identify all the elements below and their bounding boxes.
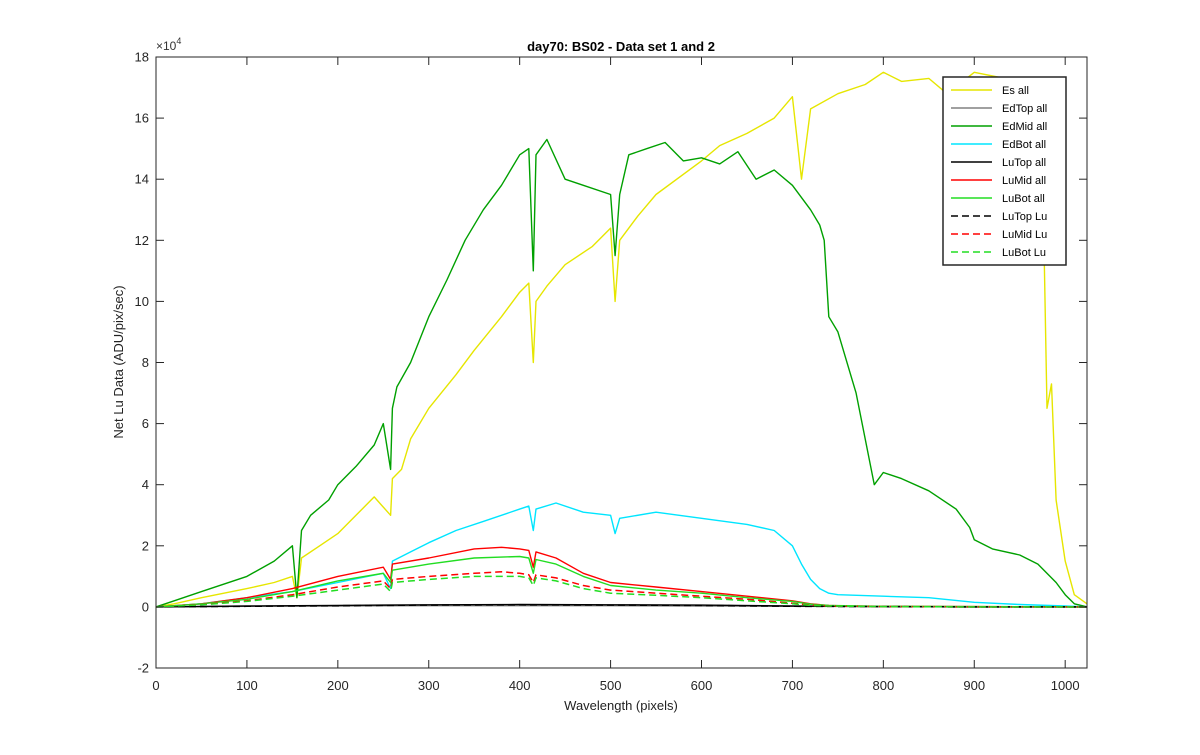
legend-label-7: LuTop Lu [1002, 211, 1047, 223]
y-tick-label-0: -2 [137, 661, 149, 676]
x-tick-label-5: 500 [600, 678, 622, 693]
y-exponent-base: ×10 [156, 39, 177, 53]
legend-label-8: LuMid Lu [1002, 229, 1047, 241]
legend-label-6: LuBot all [1002, 193, 1045, 205]
y-tick-label-10: 18 [135, 50, 149, 65]
legend-label-4: LuTop all [1002, 157, 1046, 169]
x-tick-label-10: 1000 [1051, 678, 1080, 693]
legend-label-1: EdTop all [1002, 103, 1047, 115]
y-tick-label-5: 8 [142, 355, 149, 370]
x-tick-label-1: 100 [236, 678, 258, 693]
legend: Es all EdTop all EdMid all EdBot all LuTop a… [942, 76, 1067, 266]
y-tick-label-9: 16 [135, 111, 149, 126]
x-tick-label-0: 0 [152, 678, 159, 693]
y-tick-label-7: 12 [135, 233, 149, 248]
y-tick-label-2: 2 [142, 538, 149, 553]
chart-svg: day70: BS02 - Data set 1 and 2 ×104 Wave… [0, 0, 1200, 750]
x-tick-label-9: 900 [963, 678, 985, 693]
legend-label-3: EdBot all [1002, 139, 1046, 151]
x-tick-label-8: 800 [872, 678, 894, 693]
y-tick-label-4: 6 [142, 416, 149, 431]
y-tick-label-1: 0 [142, 599, 149, 614]
y-tick-label-8: 14 [135, 172, 149, 187]
legend-label-0: Es all [1002, 85, 1029, 97]
legend-label-5: LuMid all [1002, 175, 1046, 187]
y-exponent-power: 4 [176, 36, 181, 46]
x-tick-label-6: 600 [691, 678, 713, 693]
chart-figure: day70: BS02 - Data set 1 and 2 ×104 Wave… [0, 0, 1200, 750]
legend-label-2: EdMid all [1002, 121, 1047, 133]
y-tick-label-3: 4 [142, 477, 149, 492]
x-axis-label: Wavelength (pixels) [564, 698, 678, 713]
x-tick-label-4: 400 [509, 678, 531, 693]
x-tick-label-2: 200 [327, 678, 349, 693]
y-axis-label: Net Lu Data (ADU/pix/sec) [111, 285, 126, 438]
x-tick-label-7: 700 [782, 678, 804, 693]
x-tick-label-3: 300 [418, 678, 440, 693]
y-tick-label-6: 10 [135, 294, 149, 309]
legend-label-9: LuBot Lu [1002, 247, 1046, 259]
chart-title: day70: BS02 - Data set 1 and 2 [527, 39, 715, 54]
